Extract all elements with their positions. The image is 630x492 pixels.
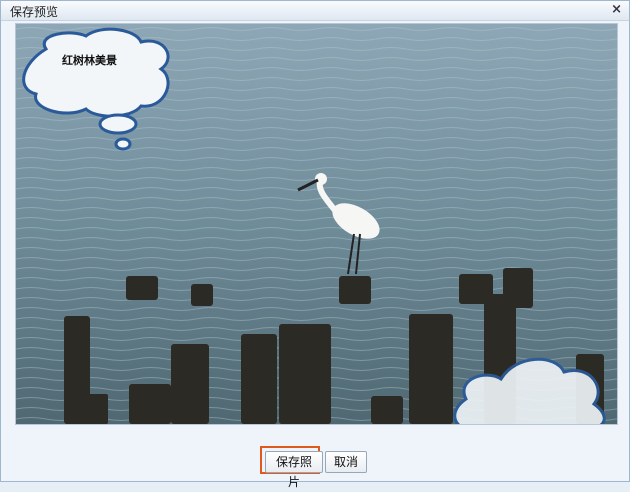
- speech-bubble-text: 红树林美景: [62, 54, 117, 67]
- photo-preview: 红树林美景: [15, 23, 618, 425]
- dialog-title: 保存预览: [10, 5, 59, 19]
- dialog-titlebar: 保存预览 ×: [1, 1, 629, 21]
- close-icon[interactable]: ×: [611, 2, 622, 18]
- dialog-button-bar: 保存照片 取消: [1, 441, 629, 489]
- photo-image: [16, 24, 617, 424]
- cancel-button[interactable]: 取消: [325, 451, 367, 473]
- save-preview-dialog: 保存预览 × 红树林美景 保存照片 取消: [0, 0, 630, 489]
- save-photo-button[interactable]: 保存照片: [265, 451, 323, 489]
